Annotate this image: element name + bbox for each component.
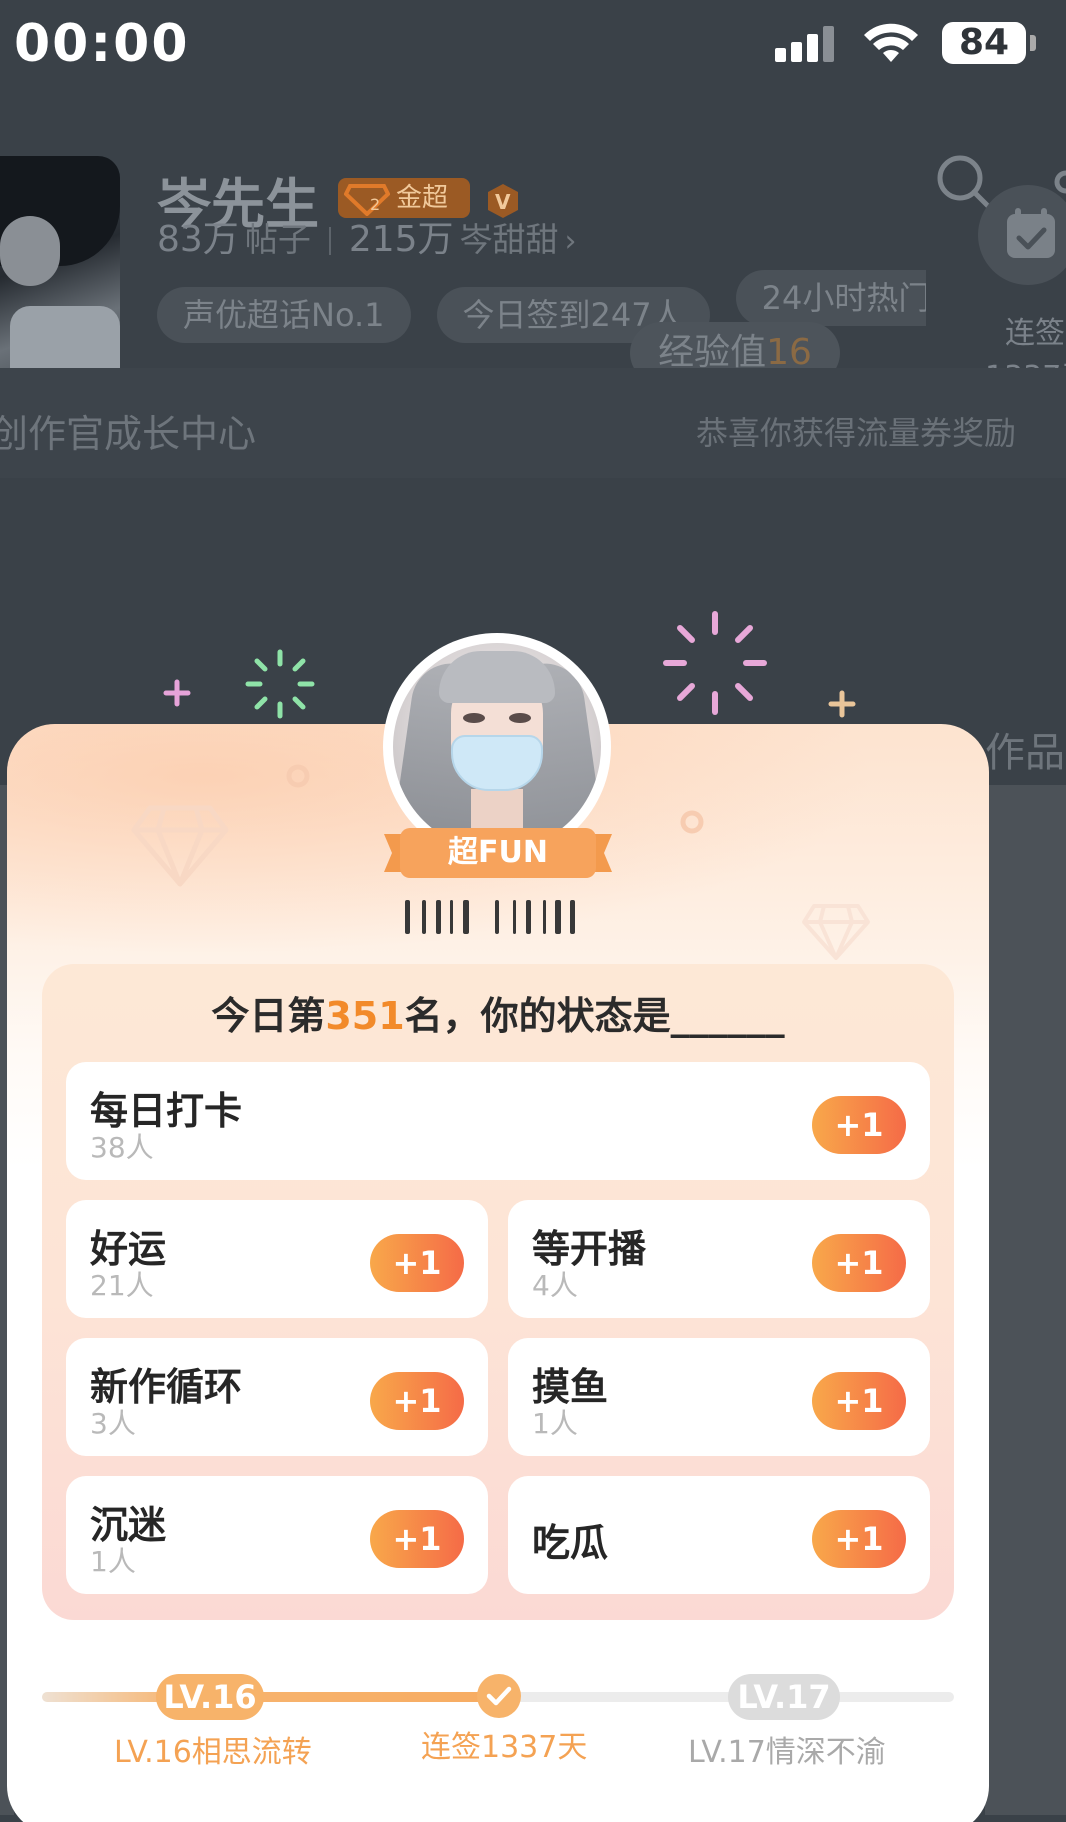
next-level-pill: LV.17 — [728, 1674, 840, 1720]
status-bar: 00:00 84 — [0, 0, 1066, 90]
battery-indicator: 84 — [942, 22, 1026, 64]
creator-center-title[interactable]: 创作官成长中心 — [0, 403, 256, 458]
plus-one-button[interactable]: +1 — [812, 1510, 906, 1568]
streak-label: 连签 — [1005, 316, 1065, 351]
next-level-label: LV.17情深不渝 — [688, 1735, 886, 1770]
option-count: 1人 — [90, 1545, 136, 1578]
plus-one-button[interactable]: +1 — [812, 1372, 906, 1430]
sparkle-icon — [828, 690, 856, 718]
streak-checkpoint — [477, 1674, 521, 1718]
burst-icon — [245, 649, 315, 719]
tag-hot[interactable]: 24小时热门 — [735, 270, 926, 326]
calendar-check-icon — [1007, 208, 1055, 258]
option-count: 3人 — [90, 1407, 136, 1440]
plus-one-button[interactable]: +1 — [812, 1096, 906, 1154]
option-new-work-loop[interactable]: 新作循环 3人 +1 — [66, 1338, 488, 1456]
fans-unit[interactable]: 岑甜甜 — [460, 220, 559, 259]
diamond-icon — [802, 904, 870, 960]
blurred-username — [400, 900, 628, 934]
rank-number: 351 — [325, 994, 405, 1038]
posts-unit: 帖子 — [244, 220, 311, 259]
ring-decoration — [680, 810, 704, 834]
option-obsessed[interactable]: 沉迷 1人 +1 — [66, 1476, 488, 1594]
exp-label: 经验值 — [658, 332, 767, 373]
fans-count[interactable]: 215万 — [349, 219, 454, 260]
fun-badge-label: 超FUN — [448, 835, 548, 870]
question-suffix: 名，你的状态是______ — [404, 994, 785, 1038]
option-count: 1人 — [532, 1407, 578, 1440]
ring-decoration — [286, 764, 310, 788]
user-avatar[interactable] — [393, 643, 601, 851]
current-level-label: LV.16相思流转 — [114, 1735, 312, 1770]
check-icon — [486, 1686, 512, 1706]
exp-value: 16 — [766, 332, 812, 373]
plus-one-button[interactable]: +1 — [812, 1234, 906, 1292]
question-prefix: 今日第 — [211, 994, 326, 1038]
search-icon[interactable] — [934, 152, 994, 212]
option-count: 21人 — [90, 1269, 154, 1302]
option-waiting-live[interactable]: 等开播 4人 +1 — [508, 1200, 930, 1318]
option-eating-melon[interactable]: 吃瓜 +1 — [508, 1476, 930, 1594]
plus-one-button[interactable]: +1 — [370, 1372, 464, 1430]
tag-rank[interactable]: 声优超话No.1 — [157, 287, 411, 343]
option-slacking[interactable]: 摸鱼 1人 +1 — [508, 1338, 930, 1456]
status-question: 今日第351名，你的状态是______ — [42, 985, 954, 1040]
wifi-icon — [864, 23, 918, 62]
option-count: 38人 — [90, 1131, 154, 1164]
level-progress-fill — [42, 1692, 498, 1702]
option-daily-checkin[interactable]: 每日打卡 38人 +1 — [66, 1062, 930, 1180]
background-list-edge — [985, 785, 1066, 1815]
topic-stats: 83万 帖子 215万 岑甜甜 › — [157, 210, 577, 262]
diamond-icon — [131, 805, 229, 887]
gold-badge-label: 金超 — [396, 183, 449, 213]
status-time: 00:00 — [14, 14, 190, 74]
battery-tip — [1030, 35, 1036, 51]
plus-one-button[interactable]: +1 — [370, 1234, 464, 1292]
current-level-pill: LV.16 — [156, 1674, 264, 1720]
signal-icon — [775, 26, 835, 62]
option-count: 4人 — [532, 1269, 578, 1302]
topic-avatar[interactable] — [0, 156, 120, 396]
burst-icon — [663, 611, 767, 715]
option-good-luck[interactable]: 好运 21人 +1 — [66, 1200, 488, 1318]
option-label: 吃瓜 — [532, 1521, 609, 1565]
posts-count: 83万 — [157, 219, 239, 260]
tab-works[interactable]: 作品 — [985, 720, 1065, 778]
chevron-right-icon[interactable]: › — [565, 224, 577, 259]
sparkle-icon — [163, 679, 191, 707]
topic-tags: 声优超话No.1 今日签到247人 24小时热门 — [157, 270, 926, 343]
creator-reward-message: 恭喜你获得流量券奖励 — [696, 414, 1017, 452]
plus-one-button[interactable]: +1 — [370, 1510, 464, 1568]
streak-progress-label: 连签1337天 — [421, 1730, 588, 1765]
